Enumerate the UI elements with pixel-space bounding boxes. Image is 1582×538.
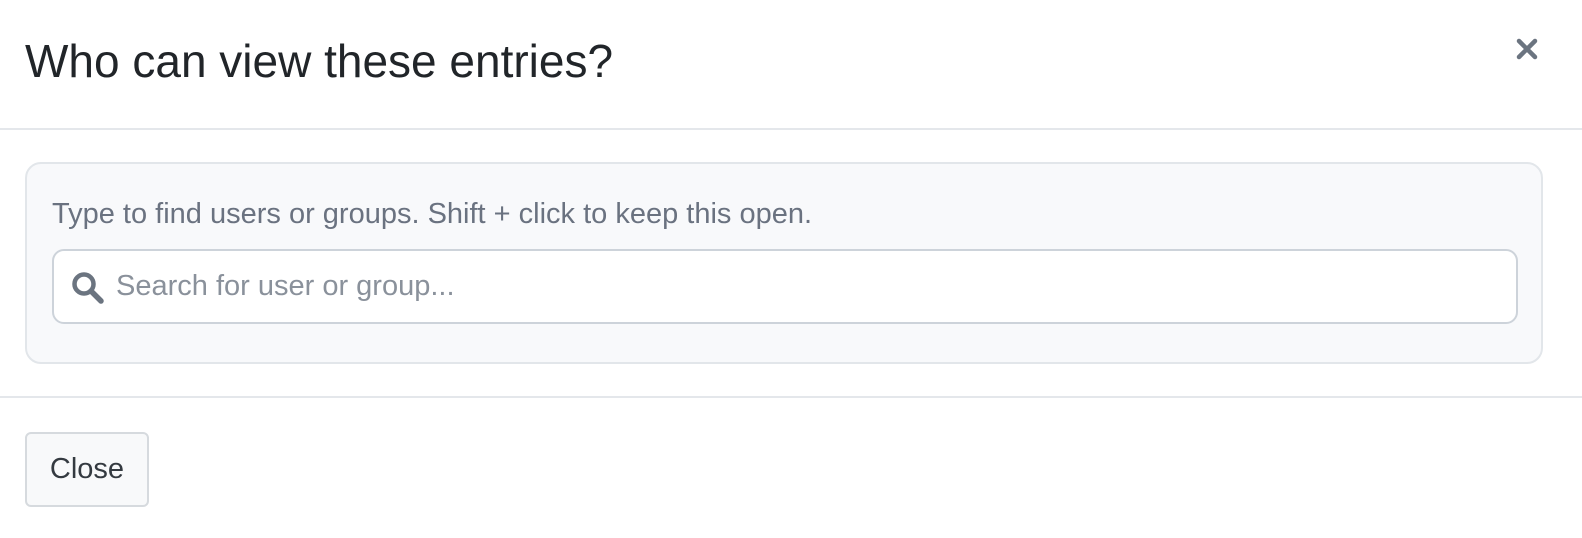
search-input[interactable] — [116, 251, 1506, 322]
share-dialog: Who can view these entries? Type to find… — [0, 0, 1582, 538]
dialog-header: Who can view these entries? — [0, 0, 1582, 130]
close-button[interactable]: Close — [25, 432, 149, 507]
dialog-title: Who can view these entries? — [25, 35, 614, 87]
search-icon — [71, 271, 105, 305]
dialog-footer: Close — [0, 396, 1582, 538]
close-icon[interactable] — [1510, 32, 1544, 66]
search-panel: Type to find users or groups. Shift + cl… — [25, 162, 1543, 364]
search-box[interactable] — [52, 249, 1518, 324]
search-helper-text: Type to find users or groups. Shift + cl… — [52, 198, 813, 230]
